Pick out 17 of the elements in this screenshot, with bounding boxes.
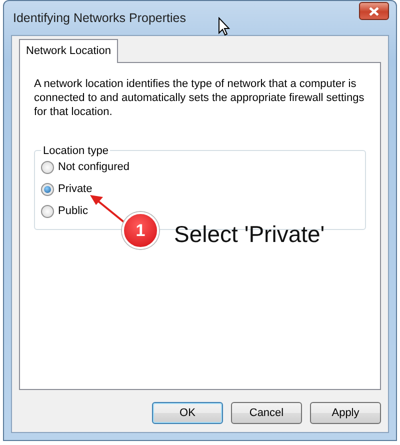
- group-label: Location type: [42, 144, 110, 156]
- tab[interactable]: Network Location: [19, 39, 118, 62]
- radio-button[interactable]: [41, 205, 54, 218]
- dialog-button[interactable]: Apply: [310, 402, 381, 424]
- dialog-button[interactable]: Cancel: [231, 402, 302, 424]
- close-icon: [369, 6, 379, 16]
- mouse-cursor-icon: [218, 17, 230, 36]
- dialog-button[interactable]: OK: [152, 402, 223, 424]
- window-title: Identifying Networks Properties: [13, 10, 186, 27]
- radio-button[interactable]: [41, 183, 54, 196]
- annotation-text: Select 'Private': [174, 220, 325, 249]
- close-button[interactable]: [359, 2, 389, 20]
- radio-label[interactable]: Public: [58, 203, 88, 220]
- description-text: A network location identifies the type of network that a computer is connected to and automatically sets the appropriate firewall settings for that location.: [34, 76, 366, 118]
- radio-button[interactable]: [41, 161, 54, 174]
- radio-label[interactable]: Not configured: [58, 159, 130, 176]
- radio-label[interactable]: Private: [58, 181, 92, 198]
